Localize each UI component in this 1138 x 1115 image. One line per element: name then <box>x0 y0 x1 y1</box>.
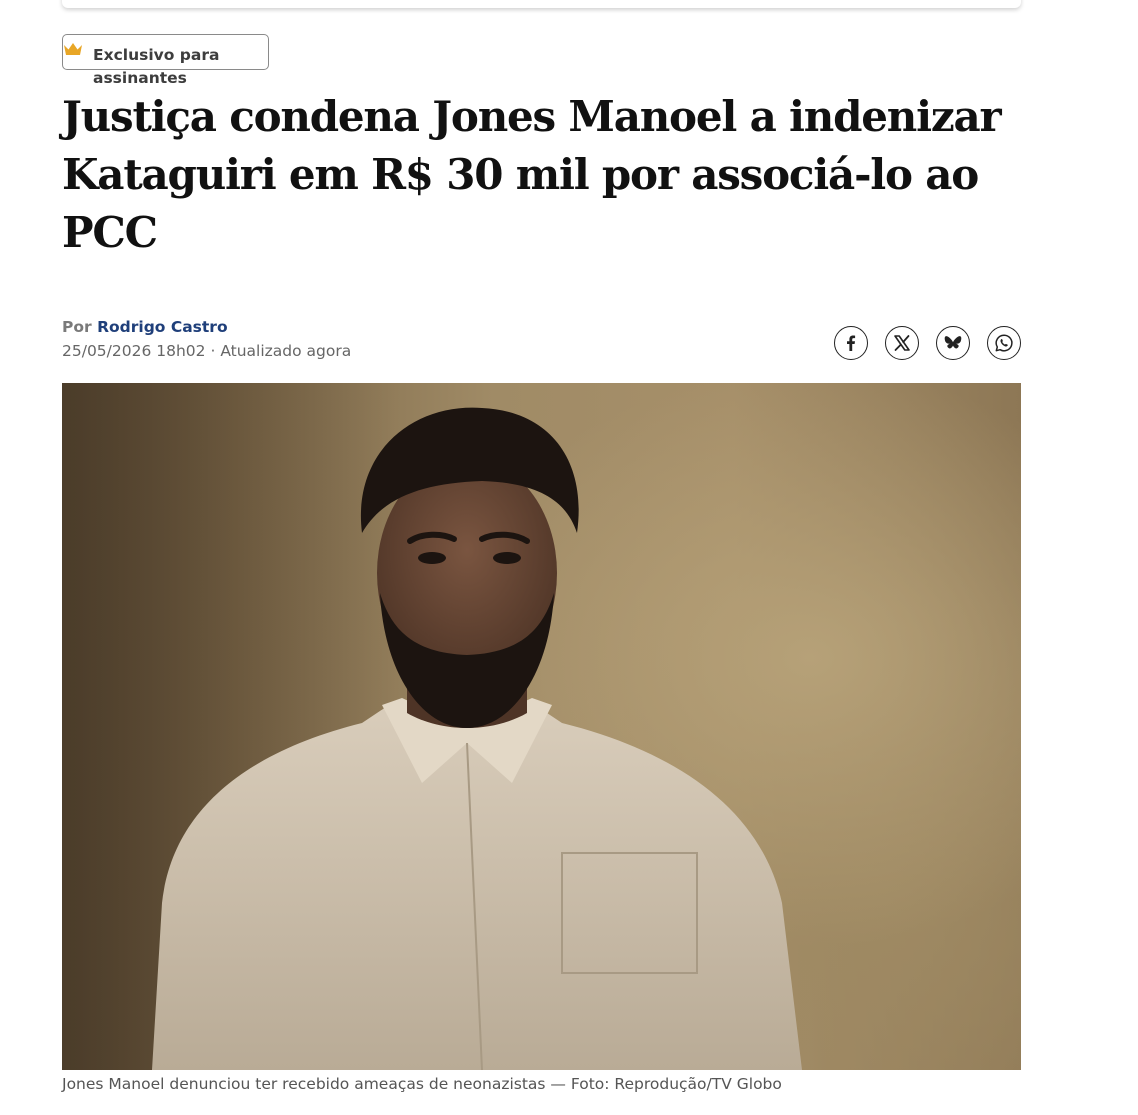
x-icon <box>894 335 910 351</box>
share-whatsapp-button[interactable] <box>987 326 1021 360</box>
byline-prefix: Por <box>62 318 92 336</box>
badge-text: Exclusivo para assinantes <box>93 44 268 90</box>
photo-person <box>62 383 1021 1070</box>
facebook-icon <box>847 335 856 351</box>
subscriber-exclusive-badge: Exclusivo para assinantes <box>62 34 269 87</box>
badge-line-1: Exclusivo para <box>93 46 220 64</box>
bluesky-icon <box>944 336 962 349</box>
article-headline: Justiça condena Jones Manoel a indenizar… <box>62 92 1002 257</box>
share-facebook-button[interactable] <box>834 326 868 360</box>
share-bluesky-button[interactable] <box>936 326 970 360</box>
whatsapp-icon <box>995 334 1013 352</box>
crown-icon <box>64 43 82 55</box>
badge-line-2: assinantes <box>93 69 187 87</box>
share-x-button[interactable] <box>885 326 919 360</box>
publish-date: 25/05/2026 18h02 · Atualizado agora <box>62 342 352 360</box>
top-card-edge <box>62 0 1021 8</box>
article-photo <box>62 383 1021 1070</box>
photo-caption: Jones Manoel denunciou ter recebido amea… <box>62 1075 782 1093</box>
byline: Por Rodrigo Castro <box>62 317 228 337</box>
author-link[interactable]: Rodrigo Castro <box>97 318 228 336</box>
